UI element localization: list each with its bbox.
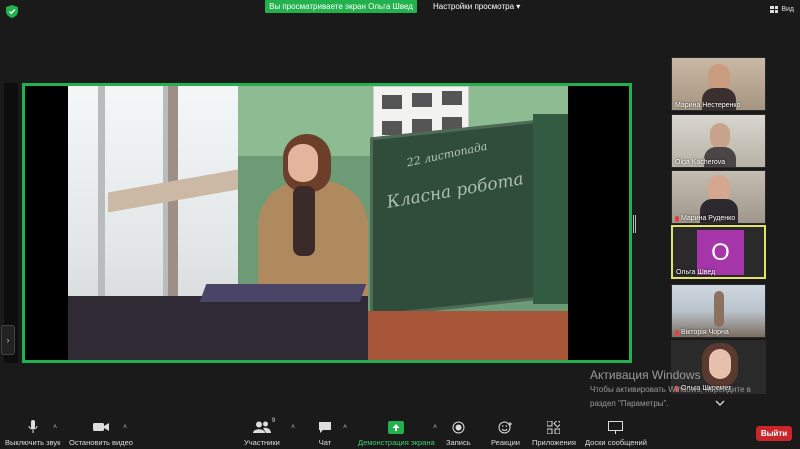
left-panel-strip — [4, 83, 18, 363]
muted-mic-icon — [675, 329, 679, 336]
record-button[interactable]: Запись — [446, 420, 471, 447]
meeting-toolbar: Выключить звук ˄ Остановить видео ˄ 9 Уч… — [0, 414, 800, 449]
record-icon — [452, 421, 465, 433]
teacher-desk — [68, 296, 368, 360]
chevron-down-icon: ▾ — [516, 2, 521, 11]
view-settings-dropdown[interactable]: Настройки просмотра ▾ — [428, 0, 525, 13]
participants-button[interactable]: 9 Участники — [244, 418, 280, 447]
resize-divider-handle[interactable] — [633, 215, 636, 233]
participant-name: Марина Руденко — [675, 215, 735, 222]
participant-tile[interactable]: Olga Kacherova — [671, 114, 766, 168]
apps-button[interactable]: Приложения — [532, 420, 576, 447]
whiteboard-icon — [608, 420, 624, 434]
participant-name: Ольга Швед — [676, 269, 716, 276]
collapse-panel-handle[interactable]: › — [1, 325, 15, 355]
activation-title: Активация Windows — [590, 368, 701, 382]
whiteboards-button[interactable]: Доски сообщений — [585, 420, 647, 447]
leave-meeting-button[interactable]: Выйти — [756, 426, 792, 441]
shared-screen[interactable]: 22 листопада Класна робота — [22, 83, 632, 363]
view-button-label: Вид — [781, 6, 794, 13]
participant-name: Olga Kacherova — [675, 159, 726, 166]
chevron-up-icon[interactable]: ˄ — [343, 424, 347, 431]
smiley-plus-icon — [498, 421, 512, 433]
people-icon — [252, 421, 271, 433]
chevron-up-icon[interactable]: ˄ — [433, 424, 437, 431]
chevron-up-icon[interactable]: ˄ — [123, 424, 127, 431]
participant-name: Марина Нестеренко — [675, 102, 741, 109]
apps-icon — [547, 420, 561, 434]
muted-mic-icon — [675, 215, 679, 222]
screen-share-banner: Вы просматриваете экран Ольга Швед — [265, 0, 417, 13]
participant-tile[interactable]: Вікторія Чорна — [671, 284, 766, 338]
reactions-button[interactable]: Реакции — [491, 420, 520, 447]
grid-view-icon — [770, 6, 779, 13]
participant-name: Вікторія Чорна — [675, 329, 729, 336]
share-screen-icon — [388, 420, 405, 434]
classroom-video-frame: 22 листопада Класна робота — [68, 86, 568, 360]
activation-line2: раздел "Параметры". — [590, 399, 669, 408]
chat-button[interactable]: Чат — [318, 420, 332, 447]
participants-count: 9 — [271, 418, 276, 424]
microphone-icon — [28, 420, 38, 433]
participant-tile-active[interactable]: О Ольга Швед — [671, 225, 766, 279]
video-camera-icon — [92, 423, 109, 431]
activation-line1: Чтобы активировать Windows, перейдите в — [590, 385, 751, 394]
chat-bubble-icon — [319, 421, 331, 433]
chevron-up-icon[interactable]: ˄ — [291, 424, 295, 431]
security-shield-icon[interactable] — [6, 5, 18, 18]
participant-tile[interactable]: Марина Нестеренко — [671, 57, 766, 111]
view-button[interactable]: Вид — [770, 6, 794, 13]
participant-tile[interactable]: Марина Руденко — [671, 170, 766, 224]
chevron-up-icon[interactable]: ˄ — [53, 424, 57, 431]
share-screen-button[interactable]: Демонстрация экрана — [358, 420, 435, 447]
view-settings-label: Настройки просмотра — [433, 2, 515, 11]
windows-activation-watermark: Активация Windows Чтобы активировать Win… — [590, 368, 751, 410]
